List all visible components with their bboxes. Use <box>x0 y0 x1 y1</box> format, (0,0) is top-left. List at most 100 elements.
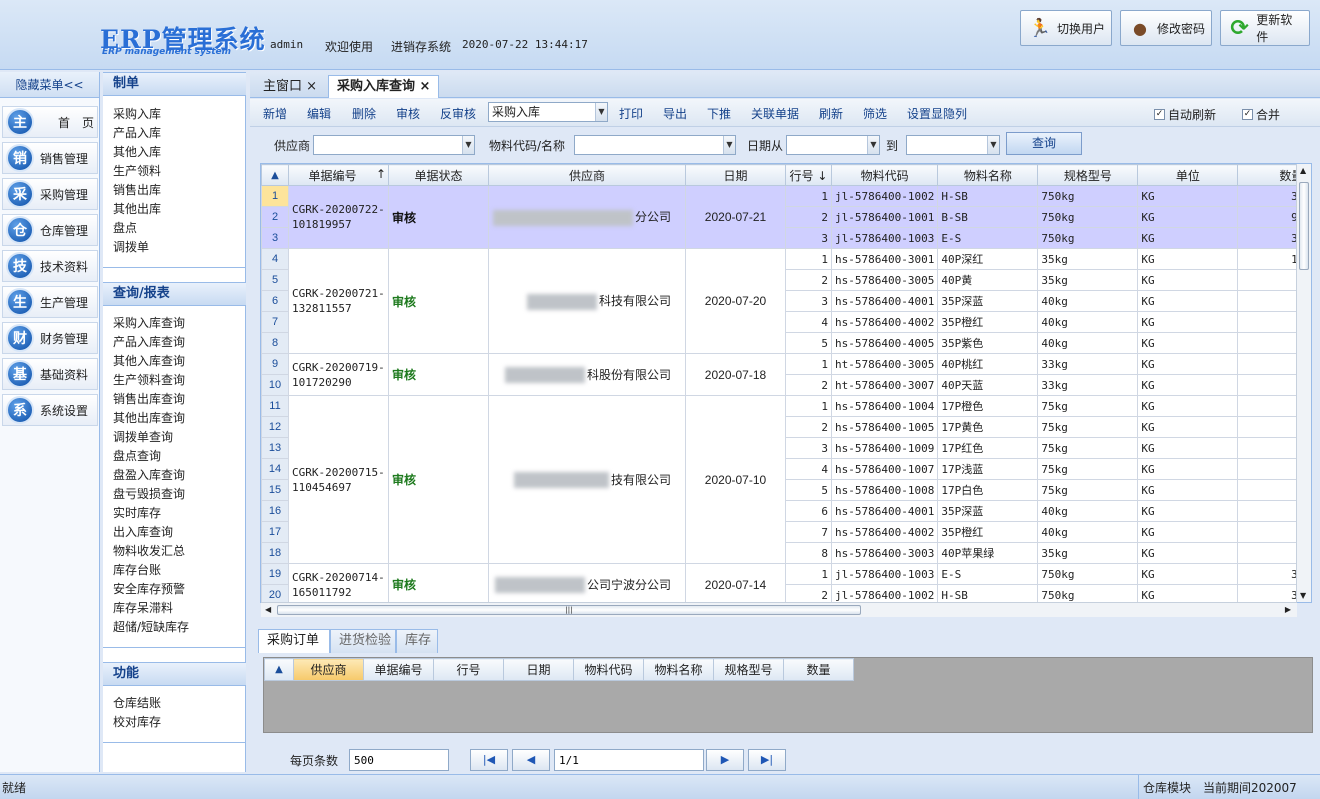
section-documents[interactable]: 制单 <box>103 72 246 96</box>
menu-item[interactable]: 调拨单 <box>113 238 149 257</box>
nav-production[interactable]: 生生产管理 <box>2 286 98 318</box>
scroll-thumb[interactable] <box>1299 182 1309 270</box>
col-doc-status[interactable]: 单据状态 <box>388 164 489 186</box>
row-number[interactable]: 8 <box>261 332 289 354</box>
date-from-picker[interactable]: ▼ <box>786 135 880 155</box>
nav-sales[interactable]: 销销售管理 <box>2 142 98 174</box>
nav-purchase[interactable]: 采采购管理 <box>2 178 98 210</box>
menu-item[interactable]: 库存台账 <box>113 561 161 580</box>
filter-button[interactable]: 筛选 <box>863 105 887 122</box>
table-row[interactable]: 9 CGRK-20200719-101720290 审核 科股份有限公司 2020-07… <box>261 353 1309 396</box>
row-number[interactable]: 18 <box>261 542 289 564</box>
section-reports[interactable]: 查询/报表 <box>103 282 246 306</box>
corner-sort-icon[interactable]: ▲ <box>261 164 289 186</box>
menu-item[interactable]: 其他入库 <box>113 143 161 162</box>
menu-item[interactable]: 校对库存 <box>113 713 161 732</box>
menu-item[interactable]: 产品入库 <box>113 124 161 143</box>
switch-user-button[interactable]: 🏃 切换用户 <box>1020 10 1112 46</box>
row-number[interactable]: 20 <box>261 584 289 602</box>
auto-refresh-checkbox[interactable]: ✓ 自动刷新 <box>1154 106 1216 123</box>
row-number[interactable]: 9 <box>261 353 289 375</box>
prev-page-button[interactable]: ◀ <box>512 749 550 771</box>
row-number[interactable]: 5 <box>261 269 289 291</box>
menu-item[interactable]: 调拨单查询 <box>113 428 173 447</box>
corner-sort-icon[interactable]: ▲ <box>264 658 294 681</box>
dcol-spec[interactable]: 规格型号 <box>713 658 784 681</box>
nav-finance[interactable]: 财财务管理 <box>2 322 98 354</box>
dcol-qty[interactable]: 数量 <box>783 658 854 681</box>
row-number[interactable]: 12 <box>261 416 289 438</box>
menu-item[interactable]: 生产领料查询 <box>113 371 185 390</box>
tab-inventory[interactable]: 库存 <box>396 629 438 653</box>
grid-vertical-scrollbar[interactable]: ▲ ▼ <box>1296 164 1311 602</box>
tab-purchase-order[interactable]: 采购订单 <box>258 629 330 653</box>
dcol-doc-no[interactable]: 单据编号 <box>363 658 434 681</box>
nav-basic-data[interactable]: 基基础资料 <box>2 358 98 390</box>
menu-item[interactable]: 盘点查询 <box>113 447 161 466</box>
row-number[interactable]: 4 <box>261 248 289 270</box>
row-number[interactable]: 2 <box>261 206 289 228</box>
dcol-date[interactable]: 日期 <box>503 658 574 681</box>
col-doc-no[interactable]: 单据编号 ↑ <box>288 164 389 186</box>
menu-item[interactable]: 出入库查询 <box>113 523 173 542</box>
menu-item[interactable]: 采购入库查询 <box>113 314 185 333</box>
row-number[interactable]: 6 <box>261 290 289 312</box>
nav-home[interactable]: 主首 页 <box>2 106 98 138</box>
change-password-button[interactable]: ● 修改密码 <box>1120 10 1212 46</box>
unapprove-button[interactable]: 反审核 <box>440 105 476 122</box>
col-date[interactable]: 日期 <box>685 164 786 186</box>
dcol-material-name[interactable]: 物料名称 <box>643 658 714 681</box>
dcol-line-no[interactable]: 行号 <box>433 658 504 681</box>
menu-item[interactable]: 超储/短缺库存 <box>113 618 189 637</box>
col-unit[interactable]: 单位 <box>1137 164 1239 186</box>
scroll-thumb[interactable]: ||| <box>277 605 861 615</box>
refresh-button[interactable]: 刷新 <box>819 105 843 122</box>
row-number[interactable]: 19 <box>261 563 289 585</box>
table-row[interactable]: 19 CGRK-20200714-165011792 审核 公司宁波分公司 2020-0… <box>261 563 1309 602</box>
next-page-button[interactable]: ▶ <box>706 749 744 771</box>
scroll-left-icon[interactable]: ◀ <box>265 605 271 614</box>
supplier-select[interactable]: ▼ <box>313 135 475 155</box>
menu-item[interactable]: 物料收发汇总 <box>113 542 185 561</box>
menu-item[interactable]: 库存呆滞料 <box>113 599 173 618</box>
menu-item[interactable]: 其他入库查询 <box>113 352 185 371</box>
page-size-input[interactable] <box>349 749 449 771</box>
last-page-button[interactable]: ▶| <box>748 749 786 771</box>
add-button[interactable]: 新增 <box>263 105 287 122</box>
approve-button[interactable]: 审核 <box>396 105 420 122</box>
tab-incoming-inspection[interactable]: 进货检验 <box>330 629 396 653</box>
edit-button[interactable]: 编辑 <box>307 105 331 122</box>
nav-system[interactable]: 系系统设置 <box>2 394 98 426</box>
nav-warehouse[interactable]: 仓仓库管理 <box>2 214 98 246</box>
tab-purchase-inbound-query[interactable]: 采购入库查询 × <box>328 75 440 98</box>
row-number[interactable]: 7 <box>261 311 289 333</box>
row-number[interactable]: 14 <box>261 458 289 480</box>
row-number[interactable]: 10 <box>261 374 289 396</box>
menu-item[interactable]: 盘点 <box>113 219 137 238</box>
menu-item[interactable]: 其他出库查询 <box>113 409 185 428</box>
row-number[interactable]: 3 <box>261 227 289 249</box>
col-spec[interactable]: 规格型号 <box>1037 164 1139 186</box>
merge-checkbox[interactable]: ✓ 合并 <box>1242 106 1280 123</box>
menu-item[interactable]: 生产领料 <box>113 162 161 181</box>
doc-type-select[interactable]: 采购入库 ▼ <box>488 102 608 122</box>
menu-item[interactable]: 产品入库查询 <box>113 333 185 352</box>
row-number[interactable]: 15 <box>261 479 289 501</box>
menu-item[interactable]: 实时库存 <box>113 504 161 523</box>
update-software-button[interactable]: ⟳ 更新软件 <box>1220 10 1310 46</box>
related-docs-button[interactable]: 关联单据 <box>751 105 799 122</box>
menu-item[interactable]: 其他出库 <box>113 200 161 219</box>
row-number[interactable]: 1 <box>261 185 289 207</box>
nav-tech[interactable]: 技技术资料 <box>2 250 98 282</box>
date-to-picker[interactable]: ▼ <box>906 135 1000 155</box>
section-functions[interactable]: 功能 <box>103 662 246 686</box>
row-number[interactable]: 17 <box>261 521 289 543</box>
export-button[interactable]: 导出 <box>663 105 687 122</box>
query-button[interactable]: 查询 <box>1006 132 1082 155</box>
menu-item[interactable]: 采购入库 <box>113 105 161 124</box>
delete-button[interactable]: 删除 <box>352 105 376 122</box>
menu-item[interactable]: 销售出库 <box>113 181 161 200</box>
scroll-up-icon[interactable]: ▲ <box>1300 166 1306 175</box>
grid-horizontal-scrollbar[interactable]: ◀ ||| ▶ <box>261 602 1297 617</box>
row-number[interactable]: 13 <box>261 437 289 459</box>
